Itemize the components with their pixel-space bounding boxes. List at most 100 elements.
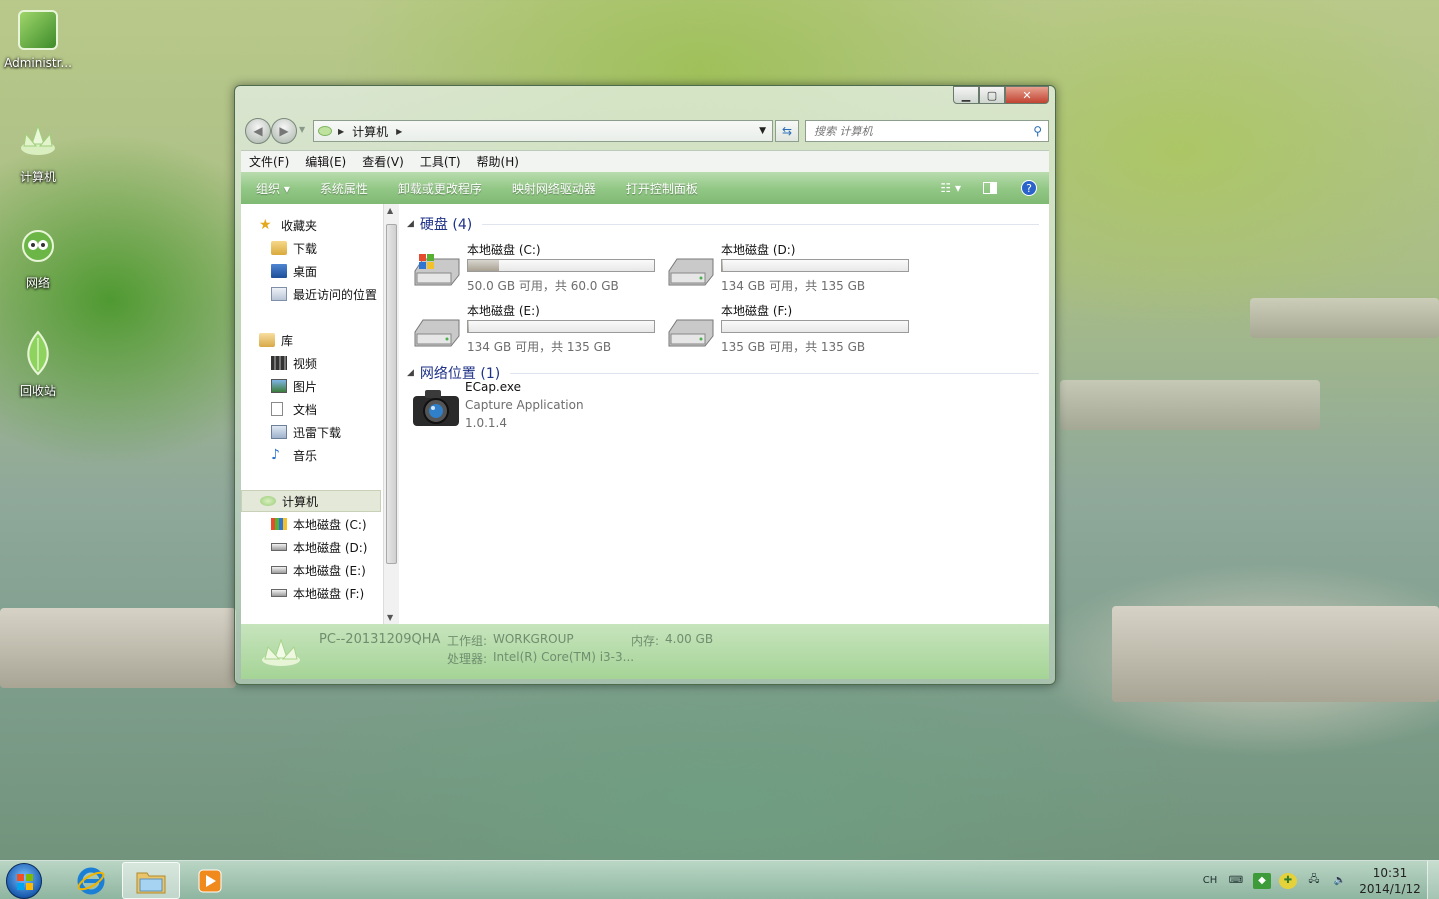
breadcrumb-computer[interactable]: 计算机	[352, 123, 388, 140]
collapse-triangle-icon[interactable]: ◢	[407, 368, 414, 378]
nav-drive-d[interactable]: 本地磁盘 (D:)	[241, 536, 381, 558]
clock[interactable]: 10:31 2014/1/12	[1353, 865, 1427, 897]
preview-pane-icon[interactable]	[983, 182, 997, 194]
search-icon[interactable]: ⚲	[1033, 124, 1042, 138]
nav-pictures[interactable]: 图片	[241, 375, 381, 397]
stone-slab	[1250, 298, 1439, 338]
music-note-icon: ♪	[271, 447, 280, 463]
scroll-down-icon[interactable]: ▼	[387, 613, 393, 622]
search-box[interactable]: ⚲	[805, 120, 1049, 142]
drive-c[interactable]: 本地磁盘 (C:) 50.0 GB 可用，共 60.0 GB	[413, 241, 663, 297]
nav-downloads[interactable]: 下载	[241, 237, 381, 259]
details-workgroup-label: 工作组:	[447, 634, 488, 648]
nav-thunder-downloads[interactable]: 迅雷下载	[241, 421, 381, 443]
computer-small-icon	[260, 496, 276, 506]
nav-recent-places[interactable]: 最近访问的位置	[241, 283, 381, 305]
group-header-hard-disks[interactable]: ◢ 硬盘 (4)	[407, 214, 1039, 234]
taskbar-internet-explorer[interactable]	[62, 862, 120, 899]
breadcrumb-separator-icon[interactable]: ▶	[338, 127, 344, 136]
nav-music[interactable]: ♪ 音乐	[241, 444, 381, 466]
file-list: ◢ 硬盘 (4) 本地磁盘 (C:) 50.0 GB 可用，共 60.0 GB …	[403, 204, 1049, 624]
hard-drive-icon	[668, 258, 714, 286]
camera-icon	[413, 390, 459, 426]
close-button[interactable]: ✕	[1005, 86, 1049, 104]
drive-usage-fill	[468, 321, 470, 332]
show-desktop-button[interactable]	[1427, 861, 1439, 899]
nav-computer[interactable]: 计算机	[241, 490, 381, 512]
security-shield-icon[interactable]: ◆	[1253, 872, 1271, 889]
address-bar[interactable]: ▶ 计算机 ▶ ▼	[313, 120, 773, 142]
libraries-icon	[259, 333, 275, 347]
back-button[interactable]: ◀	[245, 118, 271, 144]
uninstall-program-button[interactable]: 卸载或更改程序	[383, 180, 497, 197]
desktop-icon-administrator[interactable]: Administr...	[0, 10, 76, 70]
drive-free-space: 134 GB 可用，共 135 GB	[721, 279, 866, 293]
stone-slab	[1112, 606, 1439, 702]
menu-edit[interactable]: 编辑(E)	[297, 153, 354, 170]
network-icon	[18, 228, 58, 268]
nav-drive-f[interactable]: 本地磁盘 (F:)	[241, 582, 381, 604]
help-icon[interactable]: ?	[1021, 180, 1037, 196]
network-item-name: ECap.exe	[465, 380, 522, 394]
details-workgroup: WORKGROUP	[493, 632, 574, 646]
clock-date: 2014/1/12	[1359, 881, 1421, 896]
minimize-button[interactable]: ▁	[953, 86, 979, 104]
menu-tools[interactable]: 工具(T)	[412, 153, 469, 170]
scroll-thumb[interactable]	[386, 224, 397, 564]
nav-scrollbar[interactable]: ▲ ▼	[383, 204, 399, 624]
language-indicator[interactable]: CH	[1201, 873, 1219, 889]
menu-file[interactable]: 文件(F)	[241, 153, 297, 170]
scroll-up-icon[interactable]: ▲	[387, 206, 393, 215]
internet-explorer-icon	[77, 867, 105, 894]
desktop-icon-label: Administr...	[4, 56, 72, 70]
refresh-button[interactable]: ⇆	[775, 120, 799, 142]
computer-small-icon	[318, 126, 332, 136]
nav-drive-c[interactable]: 本地磁盘 (C:)	[241, 513, 381, 535]
desktop-icon-recycle-bin[interactable]: 回收站	[0, 330, 76, 399]
antivirus-icon[interactable]: ✚	[1279, 872, 1297, 889]
menu-view[interactable]: 查看(V)	[354, 153, 412, 170]
nav-videos[interactable]: 视频	[241, 352, 381, 374]
star-icon: ★	[259, 217, 272, 233]
drive-usage-bar	[721, 259, 909, 272]
view-options-icon[interactable]: ☷ ▾	[940, 181, 961, 195]
desktop-icon-computer[interactable]: 计算机	[0, 122, 76, 185]
forward-button[interactable]: ▶	[271, 118, 297, 144]
desktop-icon-network[interactable]: 网络	[0, 228, 76, 291]
drive-d[interactable]: 本地磁盘 (D:) 134 GB 可用，共 135 GB	[667, 241, 917, 297]
breadcrumb-separator-icon[interactable]: ▶	[396, 127, 402, 136]
explorer-window[interactable]: ▁ ▢ ✕ ◀ ▶ ▼ ▶ 计算机 ▶ ▼ ⇆ ⚲ 文件(F) 编辑(E) 查看…	[234, 85, 1056, 685]
nav-libraries[interactable]: 库	[241, 329, 381, 351]
nav-label: 本地磁盘 (C:)	[293, 517, 367, 532]
volume-icon[interactable]: 🔈	[1331, 873, 1349, 889]
content-area: ★ 收藏夹 下载 桌面 最近访问的位置 库 视频 图片 文档 迅雷下载 ♪ 音乐…	[241, 204, 1049, 624]
network-status-icon[interactable]: 🖧	[1305, 873, 1323, 889]
address-dropdown-icon[interactable]: ▼	[759, 126, 766, 136]
search-input[interactable]	[814, 124, 1014, 138]
network-item-ecap[interactable]: ECap.exe Capture Application 1.0.1.4	[411, 380, 711, 440]
taskbar-media-player[interactable]	[182, 862, 238, 899]
drive-e[interactable]: 本地磁盘 (E:) 134 GB 可用，共 135 GB	[413, 302, 663, 358]
organize-button[interactable]: 组织 ▾	[241, 180, 305, 197]
nav-documents[interactable]: 文档	[241, 398, 381, 420]
maximize-button[interactable]: ▢	[979, 86, 1005, 104]
thunder-download-icon	[271, 425, 287, 439]
map-network-drive-button[interactable]: 映射网络驱动器	[497, 180, 611, 197]
group-title: 硬盘 (4)	[419, 217, 473, 233]
drive-free-space: 50.0 GB 可用，共 60.0 GB	[467, 279, 619, 293]
recent-pages-chevron-icon[interactable]: ▼	[299, 125, 305, 134]
nav-desktop[interactable]: 桌面	[241, 260, 381, 282]
open-control-panel-button[interactable]: 打开控制面板	[611, 180, 713, 197]
drive-f[interactable]: 本地磁盘 (F:) 135 GB 可用，共 135 GB	[667, 302, 917, 358]
collapse-triangle-icon[interactable]: ◢	[407, 219, 414, 229]
group-divider	[482, 223, 1039, 225]
start-button[interactable]	[6, 863, 42, 899]
pictures-icon	[271, 379, 287, 393]
nav-drive-e[interactable]: 本地磁盘 (E:)	[241, 559, 381, 581]
keyboard-icon[interactable]: ⌨	[1227, 873, 1245, 889]
menu-help[interactable]: 帮助(H)	[469, 153, 527, 170]
details-cpu-label: 处理器:	[447, 652, 488, 666]
taskbar-explorer[interactable]	[122, 862, 180, 899]
nav-favorites[interactable]: ★ 收藏夹	[241, 214, 381, 236]
system-properties-button[interactable]: 系统属性	[305, 180, 383, 197]
